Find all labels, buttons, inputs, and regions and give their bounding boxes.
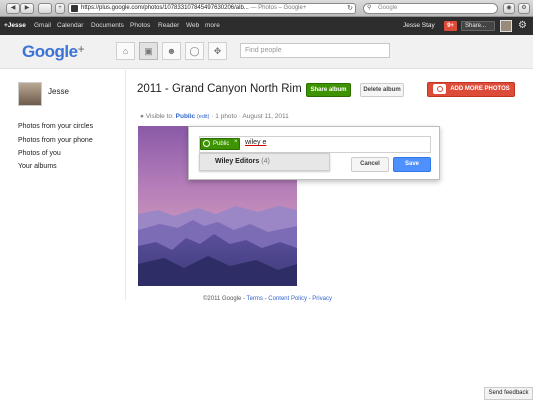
delete-album-button[interactable]: Delete album (360, 83, 404, 97)
album-meta: ● Visible to: Public (edit) · 1 photo · … (140, 113, 289, 120)
save-button[interactable]: Save (393, 157, 431, 172)
games-icon[interactable]: ✥ (208, 42, 227, 60)
url-text: https://plus.google.com/photos/107833107… (81, 5, 249, 11)
typed-text: wiley e (245, 139, 266, 146)
forward-button[interactable]: ▶ (20, 3, 34, 14)
gbar-item-documents[interactable]: Documents (91, 22, 124, 29)
visible-to-label: Visible to: (145, 113, 174, 120)
globe-icon: ● (140, 113, 144, 120)
gbar-item-more[interactable]: more (205, 22, 220, 29)
find-people-placeholder: Find people (245, 47, 282, 54)
address-bar[interactable]: https://plus.google.com/photos/107833107… (68, 3, 356, 14)
circles-icon[interactable]: ◯ (185, 42, 204, 60)
cancel-button[interactable]: Cancel (351, 157, 389, 172)
gbar-item-calendar[interactable]: Calendar (57, 22, 83, 29)
reader-button[interactable] (38, 3, 52, 14)
suggestion-item[interactable]: Wiley Editors (4) (199, 153, 330, 171)
content-policy-link[interactable]: Content Policy (268, 296, 307, 302)
browser-search-input[interactable]: ⚲ Google (363, 3, 498, 14)
gbar-item-photos[interactable]: Photos (130, 22, 150, 29)
send-feedback-button[interactable]: Send feedback (484, 387, 533, 400)
suggestion-name: Wiley Editors (215, 158, 260, 165)
favicon-icon (71, 5, 78, 12)
sidebar-item-your-albums[interactable]: Your albums (18, 163, 57, 170)
sidebar-item-phone-photos[interactable]: Photos from your phone (18, 137, 93, 144)
notifications-badge[interactable]: 9+ (444, 21, 457, 31)
close-icon[interactable]: × (234, 139, 238, 145)
gbar-item-reader[interactable]: Reader (158, 22, 179, 29)
privacy-link[interactable]: Privacy (312, 296, 332, 302)
avatar[interactable] (18, 82, 42, 106)
visibility-link[interactable]: Public (176, 113, 196, 120)
profile-icon[interactable]: ☻ (162, 42, 181, 60)
settings-menu-button[interactable]: ⚙ (518, 3, 530, 14)
gbar-avatar[interactable] (500, 20, 512, 32)
footer: ©2011 Google - Terms - Content Policy - … (203, 296, 332, 302)
back-button[interactable]: ◀ (6, 3, 20, 14)
bookmark-button[interactable]: ◉ (503, 3, 515, 14)
gbar-item-profile[interactable]: +Jesse (4, 22, 26, 29)
new-tab-button[interactable]: + (55, 3, 65, 14)
search-icon: ⚲ (367, 5, 372, 11)
share-album-button[interactable]: Share album (306, 83, 351, 97)
logo-plus: + (77, 42, 85, 56)
page-title-text: — Photos – Google+ (248, 5, 307, 11)
gbar-item-web[interactable]: Web (186, 22, 199, 29)
find-people-input[interactable]: Find people (240, 43, 390, 58)
sidebar-item-photos-of-you[interactable]: Photos of you (18, 150, 61, 157)
gbar-username[interactable]: Jesse Stay (403, 22, 435, 29)
home-icon[interactable]: ⌂ (116, 42, 135, 60)
album-date: August 11, 2011 (242, 113, 289, 120)
google-bar: +Jesse Gmail Calendar Documents Photos R… (0, 17, 533, 35)
photos-icon[interactable]: ▣ (139, 42, 158, 60)
globe-icon (203, 140, 210, 147)
copyright-text: ©2011 Google (203, 296, 242, 302)
search-placeholder: Google (378, 5, 398, 11)
suggestion-count: (4) (261, 158, 270, 165)
sidebar-item-circles-photos[interactable]: Photos from your circles (18, 123, 93, 130)
sidebar-username[interactable]: Jesse (48, 87, 69, 96)
browser-toolbar: ◀ ▶ + https://plus.google.com/photos/107… (0, 0, 533, 17)
gbar-item-gmail[interactable]: Gmail (34, 22, 51, 29)
terms-link[interactable]: Terms (247, 296, 263, 302)
google-plus-logo[interactable]: Google+ (22, 42, 85, 62)
edit-visibility-link[interactable]: (edit) (197, 114, 210, 120)
camera-icon (433, 84, 446, 94)
gbar-share-button[interactable]: Share... (461, 21, 495, 31)
sidebar-divider (125, 70, 126, 300)
typed-query: wiley e (245, 139, 267, 146)
logo-text: Google (22, 42, 78, 61)
reload-icon[interactable]: ↻ (347, 4, 353, 13)
photo-count: 1 photo (215, 113, 237, 120)
album-title: 2011 - Grand Canyon North Rim (137, 83, 302, 95)
gear-icon[interactable]: ⚙ (518, 20, 527, 32)
